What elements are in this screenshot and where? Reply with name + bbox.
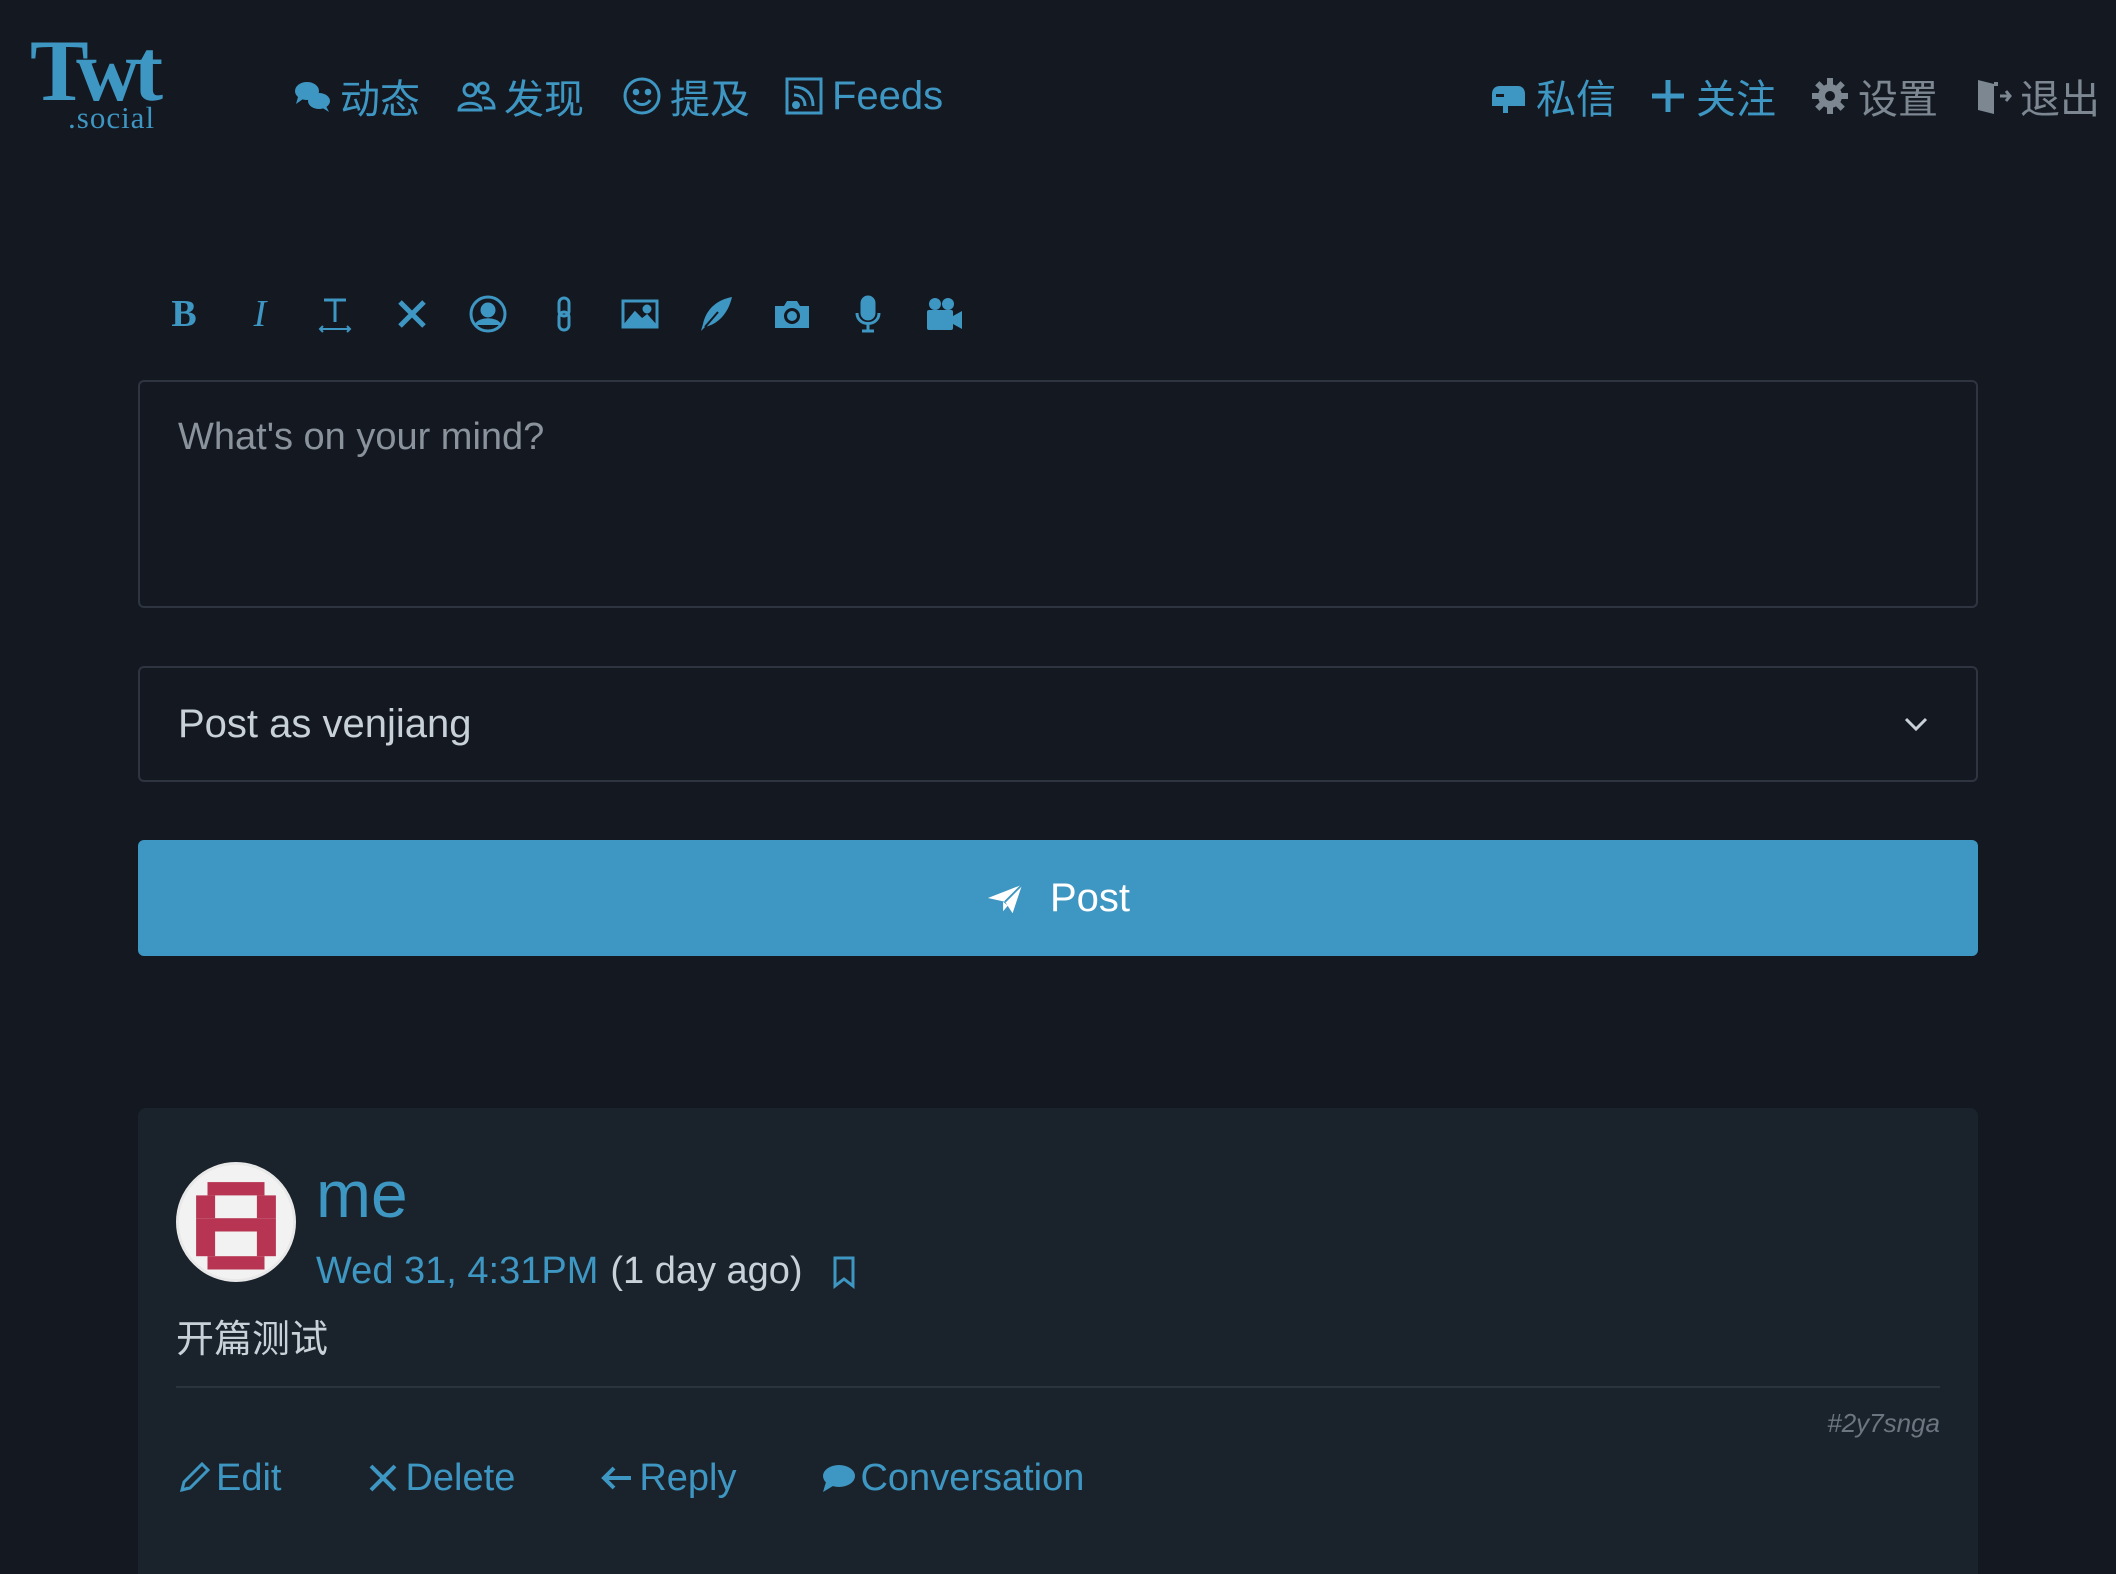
nav-label: Feeds [832,73,944,118]
image-button[interactable] [602,288,678,340]
rss-icon [785,77,823,115]
post-button[interactable]: Post [138,840,1978,956]
delete-label: Delete [405,1456,516,1499]
post-timestamp[interactable]: Wed 31, 4:31PM [316,1250,598,1293]
camera-icon [775,301,809,328]
gear-icon [1812,78,1848,114]
post-hash[interactable]: #2y7snga [1827,1408,1940,1439]
post-composer[interactable] [138,380,1978,608]
identicon-avatar [179,1165,293,1279]
close-icon [370,1464,397,1492]
door-exit-icon [1978,80,2012,114]
draw-button[interactable] [678,288,754,340]
post-as-select[interactable]: Post as venjiang [138,666,1978,782]
strikethrough-button[interactable] [374,288,450,340]
post-content: 开篇测试 [176,1319,329,1361]
logo-sub-text: .social [68,100,156,135]
nav-item-feeds[interactable]: Feeds [784,66,943,126]
mention-button[interactable] [450,288,526,340]
chevron-down-icon [1904,717,1928,732]
edit-label: Edit [216,1456,282,1499]
nav-label: 退出 [2020,78,2100,122]
edit-button[interactable]: Edit [176,1457,281,1500]
arrow-left-icon [601,1466,632,1490]
reply-button[interactable]: Reply [599,1457,736,1500]
heading-button[interactable] [298,288,374,340]
speech-bubble-icon [823,1465,856,1492]
image-icon [621,299,659,329]
conversation-button[interactable]: Conversation [820,1457,1084,1500]
top-nav: Twt .social 动态 发现 提及 Feeds 私信 关注 设置 退出 [0,0,2116,190]
plus-icon [1652,80,1684,112]
nav-item-settings[interactable]: 设置 [1810,66,1938,126]
nav-item-mentions[interactable]: 提及 [622,66,750,126]
nav-label: 提及 [670,78,750,122]
post-divider [176,1386,1940,1388]
formatting-toolbar: B I [146,288,982,340]
microphone-icon [855,295,881,333]
comments-icon [295,82,330,112]
italic-button[interactable]: I [222,288,298,340]
strikethrough-icon [398,300,426,328]
nav-item-logout[interactable]: 退出 [1972,66,2100,126]
nav-item-messages[interactable]: 私信 [1488,66,1616,126]
italic-icon: I [253,293,267,335]
video-button[interactable] [906,288,982,340]
pencil-icon [179,1461,211,1493]
bookmark-icon[interactable] [829,1255,859,1289]
avatar[interactable] [176,1162,296,1282]
nav-label: 关注 [1696,78,1776,122]
link-button[interactable] [526,288,602,340]
mailbox-icon [1492,86,1525,113]
conversation-label: Conversation [860,1456,1085,1499]
video-icon [927,298,962,330]
page: Twt .social 动态 发现 提及 Feeds 私信 关注 设置 退出 B… [0,0,2116,1574]
reply-label: Reply [639,1456,737,1499]
post-button-label: Post [1049,875,1131,920]
users-icon [457,81,496,112]
logo[interactable]: Twt .social [30,28,210,138]
link-icon [557,296,571,332]
nav-item-timeline[interactable]: 动态 [292,66,420,126]
nav-label: 发现 [504,78,584,122]
post-actions: Edit Delete Reply Conversation [176,1448,1168,1508]
post-card: me Wed 31, 4:31PM (1 day ago) 开篇测试 #2y7s… [138,1108,1978,1574]
delete-button[interactable]: Delete [365,1457,515,1500]
nav-label: 私信 [1536,78,1616,122]
post-author[interactable]: me [316,1158,408,1231]
bold-button[interactable]: B [146,288,222,340]
user-mention-icon [469,295,507,333]
nav-label: 动态 [340,78,420,122]
post-relative-time: (1 day ago) [610,1250,803,1292]
smile-icon [623,77,661,115]
audio-button[interactable] [830,288,906,340]
nav-item-discover[interactable]: 发现 [456,66,584,126]
bold-icon: B [171,293,197,335]
camera-button[interactable] [754,288,830,340]
paper-plane-icon [987,884,1023,914]
quill-icon [701,297,732,331]
nav-label: 设置 [1858,78,1938,122]
text-height-icon [318,298,352,333]
post-meta: Wed 31, 4:31PM (1 day ago) [316,1250,859,1293]
post-textarea[interactable] [178,416,1938,572]
nav-item-follow[interactable]: 关注 [1648,66,1776,126]
post-as-value: Post as venjiang [178,701,472,746]
